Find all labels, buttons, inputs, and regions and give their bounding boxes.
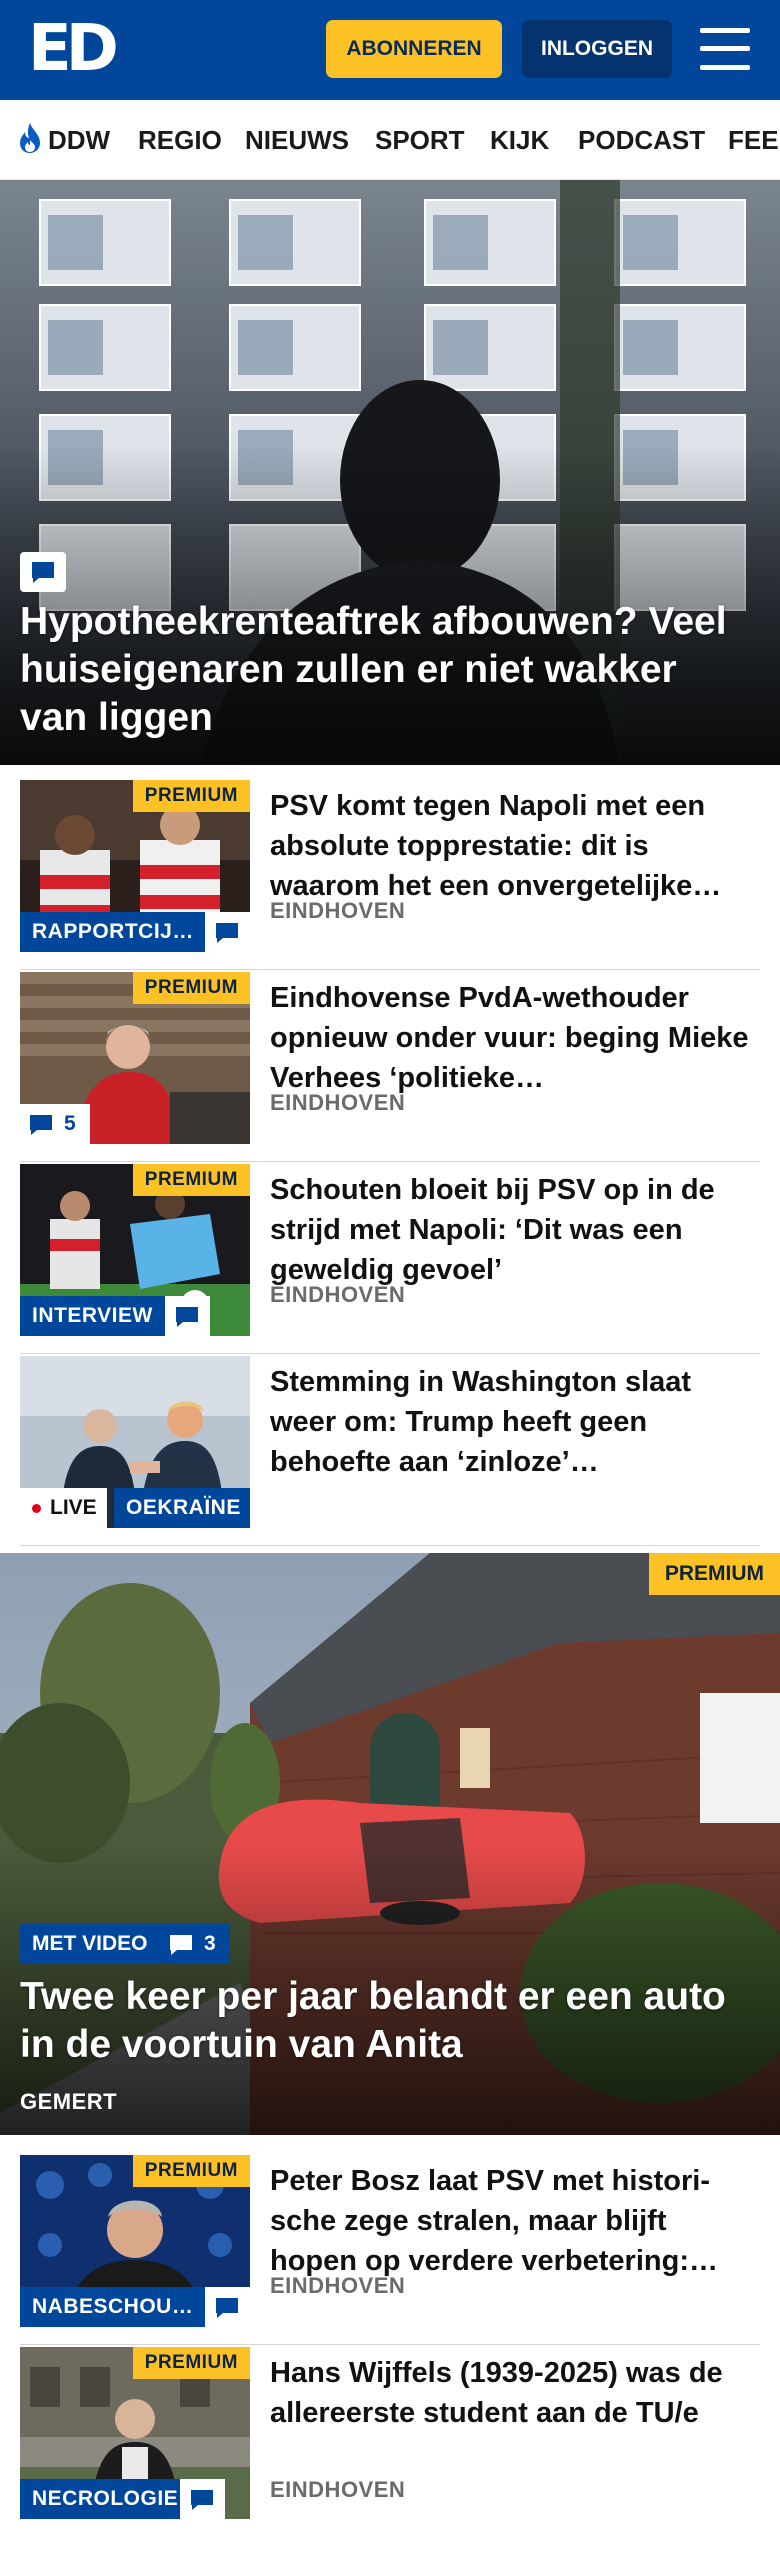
list-item[interactable]: LIVE OEKRAÏNE Stemming in Washington sla… <box>20 1356 760 1546</box>
subscribe-button[interactable]: ABONNEREN <box>326 20 502 78</box>
premium-badge: PREMIUM <box>648 1553 780 1595</box>
video-tag: MET VIDEO <box>20 1924 160 1964</box>
comment-icon <box>30 1115 52 1135</box>
list-item[interactable]: PREMIUM INTERVIEW Schouten bloeit bij PS… <box>20 1164 760 1354</box>
article-thumbnail: PREMIUM 5 <box>20 972 250 1144</box>
feature-article[interactable]: PREMIUM MET VIDEO 3 Twee keer per jaar b… <box>0 1553 780 2135</box>
nav-item-kijk[interactable]: KIJK <box>490 100 549 179</box>
hero-title[interactable]: Hypotheekrenteaftrek afbouwen? Veel huis… <box>20 598 740 742</box>
article-title[interactable]: Hans Wijffels (1939-2025) was de alleree… <box>270 2353 760 2433</box>
premium-badge: PREMIUM <box>132 780 250 812</box>
category-tag: RAPPORTCIJ… <box>20 912 205 952</box>
article-location: EINDHOVEN <box>270 2273 406 2298</box>
comment-icon <box>170 1935 192 1955</box>
premium-badge: PREMIUM <box>132 972 250 1004</box>
article-thumbnail: PREMIUM RAPPORTCIJ… <box>20 780 250 952</box>
article-thumbnail: PREMIUM INTERVIEW <box>20 1164 250 1336</box>
category-tag: OEKRAÏNE <box>114 1488 250 1528</box>
hamburger-menu-icon[interactable] <box>700 28 750 70</box>
flame-icon <box>20 123 40 153</box>
article-location: EINDHOVEN <box>270 898 406 923</box>
article-location: EINDHOVEN <box>270 1282 406 1307</box>
nav-item-fee[interactable]: FEE <box>728 100 779 179</box>
list-item[interactable]: PREMIUM RAPPORTCIJ… PSV komt tegen Napol… <box>20 780 760 970</box>
premium-badge: PREMIUM <box>132 2347 250 2379</box>
premium-badge: PREMIUM <box>132 1164 250 1196</box>
comment-count: 5 <box>64 1112 76 1135</box>
category-tag: NABESCHOU… <box>20 2287 205 2327</box>
article-thumbnail: PREMIUM NABESCHOU… <box>20 2155 250 2327</box>
live-dot-icon <box>32 1504 41 1513</box>
comment-icon <box>20 552 66 592</box>
hero-article[interactable]: Hypotheekrenteaftrek afbouwen? Veel huis… <box>0 180 780 765</box>
comment-icon <box>205 2287 250 2327</box>
nav-item-regio[interactable]: REGIO <box>138 100 222 179</box>
site-logo[interactable]: ED <box>28 17 119 81</box>
article-title[interactable]: Eindhovense PvdA-wethouder opnieuw onder… <box>270 978 760 1098</box>
list-item[interactable]: PREMIUM NECROLOGIE Hans Wijffels (1939-2… <box>20 2347 760 2537</box>
premium-badge: PREMIUM <box>132 2155 250 2187</box>
feature-location: GEMERT <box>20 2089 118 2114</box>
nav-item-ddw[interactable]: DDW <box>16 100 111 179</box>
nav-item-nieuws[interactable]: NIEUWS <box>245 100 349 179</box>
site-header: ED ABONNEREN INLOGGEN <box>0 0 780 100</box>
list-item[interactable]: PREMIUM NABESCHOU… Peter Bosz laat PSV m… <box>20 2155 760 2345</box>
article-title[interactable]: PSV komt tegen Napoli met een absolute t… <box>270 786 760 906</box>
nav-item-label: DDW <box>48 125 111 155</box>
comment-icon <box>180 2479 225 2519</box>
feature-title[interactable]: Twee keer per jaar belandt er een auto i… <box>20 1973 760 2069</box>
article-location: EINDHOVEN <box>270 1090 406 1115</box>
comment-icon <box>165 1296 210 1336</box>
comment-count-badge: 5 <box>20 1104 90 1144</box>
article-title[interactable]: Stemming in Washington slaat weer om: Tr… <box>270 1362 760 1482</box>
section-nav: DDW REGIO NIEUWS SPORT KIJK PODCAST FEE <box>0 100 780 180</box>
list-item[interactable]: PREMIUM 5 Eindhovense PvdA-wethouder opn… <box>20 972 760 1162</box>
article-thumbnail: PREMIUM NECROLOGIE <box>20 2347 250 2519</box>
nav-item-podcast[interactable]: PODCAST <box>578 100 705 179</box>
login-button[interactable]: INLOGGEN <box>522 20 672 78</box>
article-thumbnail: LIVE OEKRAÏNE <box>20 1356 250 1528</box>
article-title[interactable]: Schouten bloeit bij PSV op in de strijd … <box>270 1170 760 1290</box>
comment-count: 3 <box>204 1932 216 1955</box>
nav-item-sport[interactable]: SPORT <box>375 100 465 179</box>
article-title[interactable]: Peter Bosz laat PSV met histori­sche zeg… <box>270 2161 760 2281</box>
category-tag: INTERVIEW <box>20 1296 165 1336</box>
comment-icon <box>205 912 250 952</box>
category-tag: NECROLOGIE <box>20 2479 180 2519</box>
live-badge: LIVE <box>20 1488 107 1528</box>
comment-count-badge: 3 <box>158 1924 230 1964</box>
article-location: EINDHOVEN <box>270 2477 406 2502</box>
